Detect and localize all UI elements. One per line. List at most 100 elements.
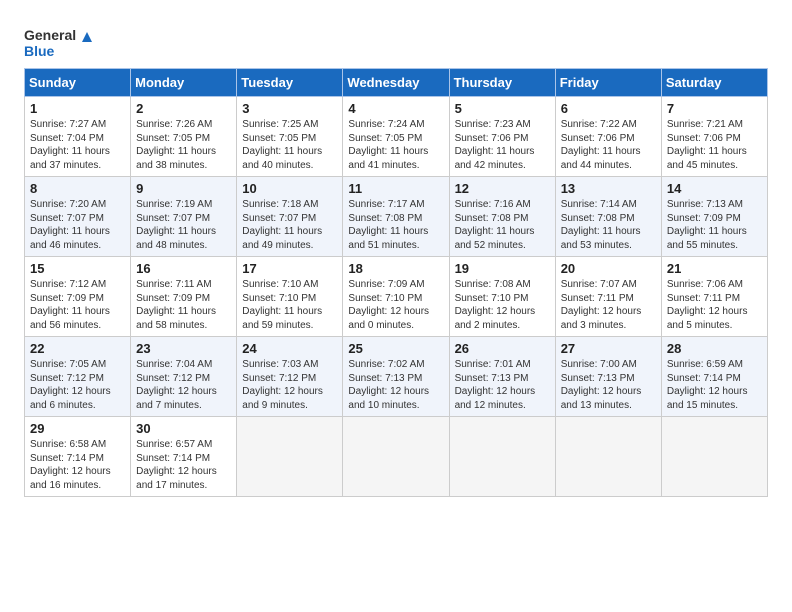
day-content: Sunrise: 7:13 AM Sunset: 7:09 PM Dayligh…: [667, 198, 762, 252]
header-friday: Friday: [555, 69, 661, 97]
day-content: Sunrise: 7:22 AM Sunset: 7:06 PM Dayligh…: [561, 118, 656, 172]
calendar-cell: 2Sunrise: 7:26 AM Sunset: 7:05 PM Daylig…: [131, 97, 237, 177]
day-number: 8: [30, 181, 125, 196]
day-number: 24: [242, 341, 337, 356]
svg-text:Blue: Blue: [24, 43, 55, 59]
day-number: 6: [561, 101, 656, 116]
calendar-cell: 12 Sunrise: 7:16 AM Sunset: 7:08 PM Dayli…: [449, 177, 555, 257]
calendar-week-4: 22 Sunrise: 7:05 AM Sunset: 7:12 PM Dayli…: [25, 337, 768, 417]
page-header: GeneralBlue: [24, 20, 768, 60]
day-number: 23: [136, 341, 231, 356]
day-content: Sunrise: 7:09 AM Sunset: 7:10 PM Dayligh…: [348, 278, 443, 332]
day-number: 20: [561, 261, 656, 276]
day-content: Sunrise: 7:11 AM Sunset: 7:09 PM Dayligh…: [136, 278, 231, 332]
day-content: Sunrise: 7:08 AM Sunset: 7:10 PM Dayligh…: [455, 278, 550, 332]
day-content: Sunrise: 7:10 AM Sunset: 7:10 PM Dayligh…: [242, 278, 337, 332]
calendar-cell: [237, 417, 343, 497]
day-content: Sunrise: 7:07 AM Sunset: 7:11 PM Dayligh…: [561, 278, 656, 332]
day-content: Sunrise: 7:14 AM Sunset: 7:08 PM Dayligh…: [561, 198, 656, 252]
day-content: Sunrise: 6:59 AM Sunset: 7:14 PM Dayligh…: [667, 358, 762, 412]
day-number: 5: [455, 101, 550, 116]
day-number: 12: [455, 181, 550, 196]
header-monday: Monday: [131, 69, 237, 97]
calendar-week-5: 29 Sunrise: 6:58 AM Sunset: 7:14 PM Dayli…: [25, 417, 768, 497]
calendar-cell: 17 Sunrise: 7:10 AM Sunset: 7:10 PM Dayli…: [237, 257, 343, 337]
calendar-cell: 21 Sunrise: 7:06 AM Sunset: 7:11 PM Dayli…: [661, 257, 767, 337]
calendar-cell: 11Sunrise: 7:17 AM Sunset: 7:08 PM Dayli…: [343, 177, 449, 257]
day-content: Sunrise: 7:03 AM Sunset: 7:12 PM Dayligh…: [242, 358, 337, 412]
calendar-cell: 19 Sunrise: 7:08 AM Sunset: 7:10 PM Dayli…: [449, 257, 555, 337]
day-number: 14: [667, 181, 762, 196]
day-content: Sunrise: 7:06 AM Sunset: 7:11 PM Dayligh…: [667, 278, 762, 332]
day-number: 22: [30, 341, 125, 356]
day-number: 26: [455, 341, 550, 356]
calendar-cell: [555, 417, 661, 497]
logo-svg: GeneralBlue: [24, 24, 96, 60]
calendar-cell: 26 Sunrise: 7:01 AM Sunset: 7:13 PM Dayli…: [449, 337, 555, 417]
day-number: 2: [136, 101, 231, 116]
calendar-cell: 7 Sunrise: 7:21 AM Sunset: 7:06 PM Daylig…: [661, 97, 767, 177]
day-number: 28: [667, 341, 762, 356]
calendar-cell: 15Sunrise: 7:12 AM Sunset: 7:09 PM Dayli…: [25, 257, 131, 337]
calendar-cell: 9 Sunrise: 7:19 AM Sunset: 7:07 PM Daylig…: [131, 177, 237, 257]
day-content: Sunrise: 7:02 AM Sunset: 7:13 PM Dayligh…: [348, 358, 443, 412]
header-thursday: Thursday: [449, 69, 555, 97]
calendar-cell: 25 Sunrise: 7:02 AM Sunset: 7:13 PM Dayli…: [343, 337, 449, 417]
day-content: Sunrise: 7:05 AM Sunset: 7:12 PM Dayligh…: [30, 358, 125, 412]
day-content: Sunrise: 7:12 AM Sunset: 7:09 PM Dayligh…: [30, 278, 125, 332]
day-content: Sunrise: 7:25 AM Sunset: 7:05 PM Dayligh…: [242, 118, 337, 172]
day-number: 13: [561, 181, 656, 196]
day-content: Sunrise: 7:00 AM Sunset: 7:13 PM Dayligh…: [561, 358, 656, 412]
day-number: 4: [348, 101, 443, 116]
day-content: Sunrise: 7:18 AM Sunset: 7:07 PM Dayligh…: [242, 198, 337, 252]
day-content: Sunrise: 7:20 AM Sunset: 7:07 PM Dayligh…: [30, 198, 125, 252]
day-number: 19: [455, 261, 550, 276]
day-number: 7: [667, 101, 762, 116]
day-number: 25: [348, 341, 443, 356]
day-content: Sunrise: 7:27 AM Sunset: 7:04 PM Dayligh…: [30, 118, 125, 172]
day-number: 21: [667, 261, 762, 276]
calendar-cell: 16 Sunrise: 7:11 AM Sunset: 7:09 PM Dayli…: [131, 257, 237, 337]
calendar-week-3: 15Sunrise: 7:12 AM Sunset: 7:09 PM Dayli…: [25, 257, 768, 337]
day-content: Sunrise: 7:16 AM Sunset: 7:08 PM Dayligh…: [455, 198, 550, 252]
day-number: 3: [242, 101, 337, 116]
day-content: Sunrise: 7:24 AM Sunset: 7:05 PM Dayligh…: [348, 118, 443, 172]
calendar-table: SundayMondayTuesdayWednesdayThursdayFrid…: [24, 68, 768, 497]
calendar-week-2: 8 Sunrise: 7:20 AM Sunset: 7:07 PM Daylig…: [25, 177, 768, 257]
day-number: 9: [136, 181, 231, 196]
day-number: 17: [242, 261, 337, 276]
header-sunday: Sunday: [25, 69, 131, 97]
day-content: Sunrise: 6:58 AM Sunset: 7:14 PM Dayligh…: [30, 438, 125, 492]
header-wednesday: Wednesday: [343, 69, 449, 97]
calendar-cell: 1Sunrise: 7:27 AM Sunset: 7:04 PM Daylig…: [25, 97, 131, 177]
calendar-week-1: 1Sunrise: 7:27 AM Sunset: 7:04 PM Daylig…: [25, 97, 768, 177]
day-content: Sunrise: 7:21 AM Sunset: 7:06 PM Dayligh…: [667, 118, 762, 172]
calendar-cell: 23 Sunrise: 7:04 AM Sunset: 7:12 PM Dayli…: [131, 337, 237, 417]
day-number: 30: [136, 421, 231, 436]
calendar-cell: 10 Sunrise: 7:18 AM Sunset: 7:07 PM Dayli…: [237, 177, 343, 257]
calendar-cell: 18 Sunrise: 7:09 AM Sunset: 7:10 PM Dayli…: [343, 257, 449, 337]
day-number: 10: [242, 181, 337, 196]
day-content: Sunrise: 7:01 AM Sunset: 7:13 PM Dayligh…: [455, 358, 550, 412]
svg-text:General: General: [24, 27, 76, 43]
day-number: 29: [30, 421, 125, 436]
calendar-cell: 28 Sunrise: 6:59 AM Sunset: 7:14 PM Dayli…: [661, 337, 767, 417]
calendar-cell: 5Sunrise: 7:23 AM Sunset: 7:06 PM Daylig…: [449, 97, 555, 177]
calendar-cell: [449, 417, 555, 497]
calendar-cell: 8 Sunrise: 7:20 AM Sunset: 7:07 PM Daylig…: [25, 177, 131, 257]
calendar-cell: 3 Sunrise: 7:25 AM Sunset: 7:05 PM Daylig…: [237, 97, 343, 177]
logo: GeneralBlue: [24, 24, 96, 60]
day-content: Sunrise: 7:17 AM Sunset: 7:08 PM Dayligh…: [348, 198, 443, 252]
calendar-cell: 24 Sunrise: 7:03 AM Sunset: 7:12 PM Dayli…: [237, 337, 343, 417]
day-content: Sunrise: 7:04 AM Sunset: 7:12 PM Dayligh…: [136, 358, 231, 412]
calendar-cell: 20 Sunrise: 7:07 AM Sunset: 7:11 PM Dayli…: [555, 257, 661, 337]
day-content: Sunrise: 7:19 AM Sunset: 7:07 PM Dayligh…: [136, 198, 231, 252]
calendar-cell: 6 Sunrise: 7:22 AM Sunset: 7:06 PM Daylig…: [555, 97, 661, 177]
day-number: 18: [348, 261, 443, 276]
day-number: 16: [136, 261, 231, 276]
calendar-cell: 14 Sunrise: 7:13 AM Sunset: 7:09 PM Dayli…: [661, 177, 767, 257]
calendar-cell: 4 Sunrise: 7:24 AM Sunset: 7:05 PM Daylig…: [343, 97, 449, 177]
calendar-cell: 30Sunrise: 6:57 AM Sunset: 7:14 PM Dayli…: [131, 417, 237, 497]
calendar-cell: [661, 417, 767, 497]
header-tuesday: Tuesday: [237, 69, 343, 97]
